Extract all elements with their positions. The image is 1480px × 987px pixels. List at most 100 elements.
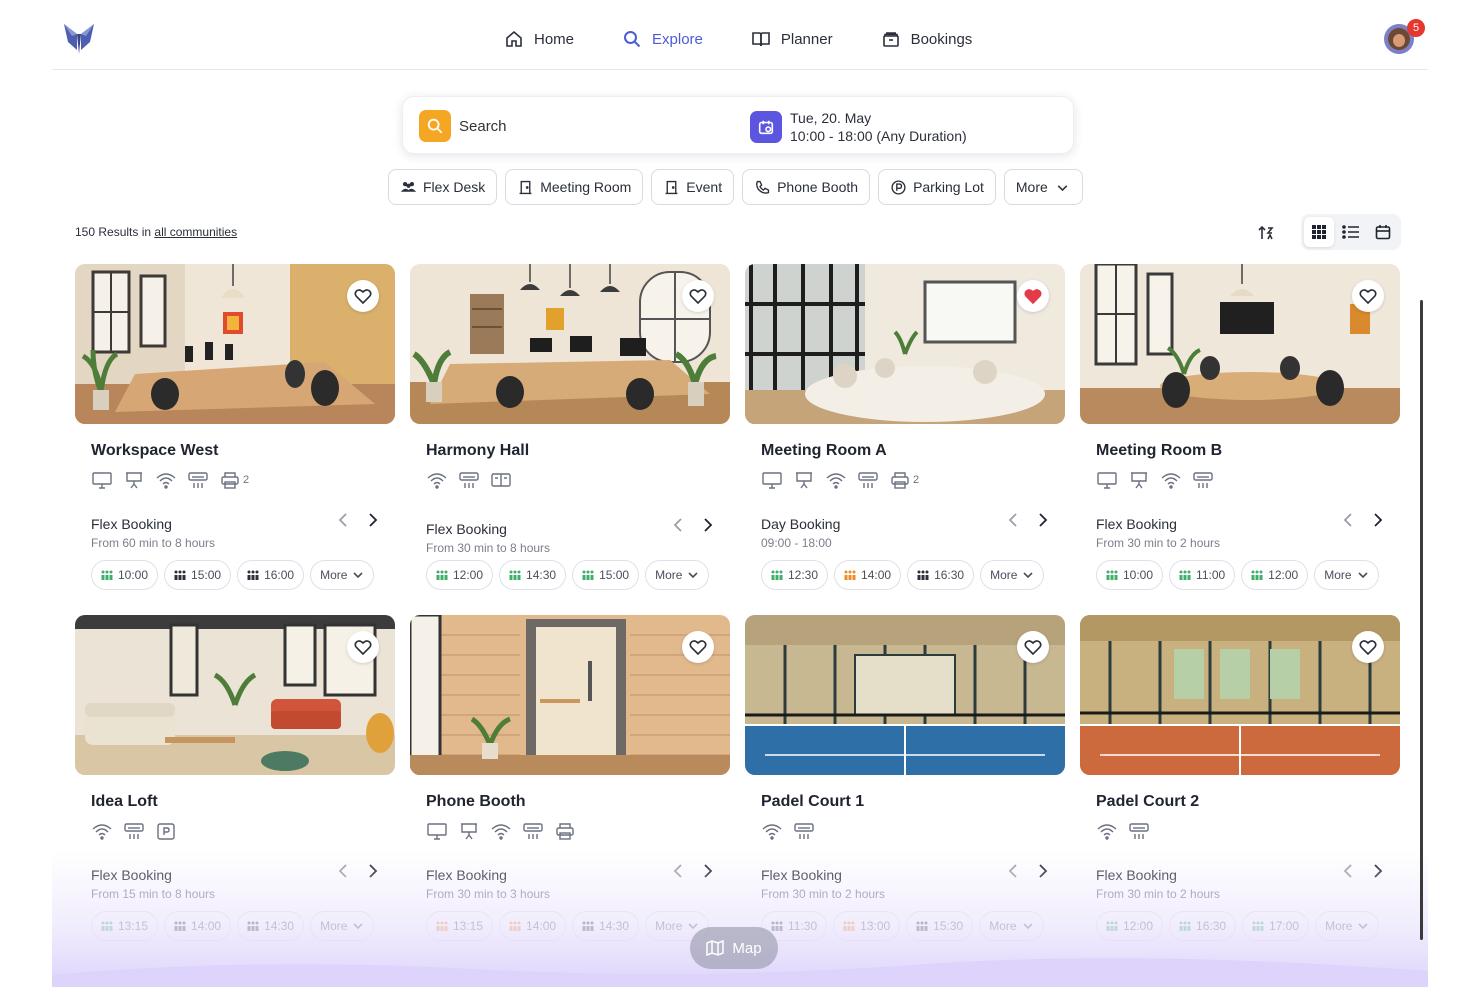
prev-slots-button[interactable] (1005, 512, 1021, 528)
time-slot[interactable]: 12:30 (761, 560, 829, 590)
nav-home[interactable]: Home (504, 26, 574, 52)
space-title[interactable]: Harmony Hall (426, 442, 529, 460)
favorite-button[interactable] (1352, 631, 1384, 663)
time-slot[interactable]: 14:30 (237, 911, 305, 941)
space-card[interactable]: Padel Court 1 Flex Booking From 30 min t… (745, 615, 1065, 941)
filter-phone-booth[interactable]: Phone Booth (742, 169, 871, 205)
space-card[interactable]: Meeting Room A 2 Day Booking 09:00 - 18:… (745, 264, 1065, 590)
space-card[interactable]: Idea Loft Flex Booking From 15 min to 8 … (75, 615, 395, 941)
time-slot[interactable]: 14:30 (572, 911, 640, 941)
nav-planner[interactable]: Planner (751, 26, 833, 52)
calendar-view-button[interactable] (1368, 217, 1398, 247)
prev-slots-button[interactable] (670, 863, 686, 879)
time-slot[interactable]: 15:30 (906, 911, 974, 941)
more-slots-button[interactable]: More (979, 911, 1044, 941)
brand-logo-icon[interactable] (62, 20, 96, 56)
time-slot[interactable]: 12:00 (1241, 560, 1309, 590)
printer-icon (556, 823, 574, 840)
time-slot[interactable]: 12:00 (1096, 911, 1164, 941)
space-photo[interactable] (410, 264, 730, 424)
next-slots-button[interactable] (700, 517, 716, 533)
space-title[interactable]: Phone Booth (426, 793, 526, 811)
time-slot[interactable]: 14:00 (834, 560, 902, 590)
more-slots-button[interactable]: More (645, 560, 710, 590)
scrollbar[interactable] (1420, 300, 1423, 940)
space-photo[interactable] (75, 264, 395, 424)
prev-slots-button[interactable] (335, 863, 351, 879)
more-slots-button[interactable]: More (310, 911, 375, 941)
favorite-button[interactable] (682, 631, 714, 663)
more-slots-button[interactable]: More (1314, 560, 1379, 590)
space-photo[interactable] (745, 264, 1065, 424)
space-photo[interactable] (1080, 615, 1400, 775)
next-slots-button[interactable] (365, 863, 381, 879)
filter-event[interactable]: Event (651, 169, 735, 205)
time-slot[interactable]: 12:00 (426, 560, 494, 590)
space-photo[interactable] (745, 615, 1065, 775)
time-slot[interactable]: 14:00 (164, 911, 232, 941)
search-field[interactable]: Search (419, 110, 507, 142)
grid-view-button[interactable] (1304, 217, 1334, 247)
nav-bookings[interactable]: Bookings (881, 26, 972, 52)
prev-slots-button[interactable] (1340, 863, 1356, 879)
time-slot[interactable]: 16:00 (237, 560, 305, 590)
space-card[interactable]: Harmony Hall Flex Booking From 30 min to… (410, 264, 730, 590)
space-photo[interactable] (410, 615, 730, 775)
filter-more[interactable]: More (1003, 169, 1083, 205)
space-title[interactable]: Meeting Room A (761, 442, 887, 460)
prev-slots-button[interactable] (1340, 512, 1356, 528)
time-slot[interactable]: 10:00 (1096, 560, 1164, 590)
more-slots-button[interactable]: More (310, 560, 375, 590)
next-slots-button[interactable] (1035, 512, 1051, 528)
next-slots-button[interactable] (700, 863, 716, 879)
space-card[interactable]: Padel Court 2 Flex Booking From 30 min t… (1080, 615, 1400, 941)
time-slot[interactable]: 10:00 (91, 560, 159, 590)
space-card[interactable]: Meeting Room B Flex Booking From 30 min … (1080, 264, 1400, 590)
time-slot[interactable]: 13:15 (426, 911, 494, 941)
favorite-button[interactable] (347, 280, 379, 312)
next-slots-button[interactable] (1035, 863, 1051, 879)
more-slots-button[interactable]: More (1315, 911, 1380, 941)
space-title[interactable]: Meeting Room B (1096, 442, 1222, 460)
time-slot[interactable]: 16:30 (1169, 911, 1237, 941)
nav-explore[interactable]: Explore (622, 26, 703, 52)
filter-flex-desk[interactable]: Flex Desk (388, 169, 498, 205)
space-card[interactable]: Phone Booth Flex Booking From 30 min to … (410, 615, 730, 941)
space-title[interactable]: Workspace West (91, 442, 218, 460)
sort-button[interactable] (1253, 220, 1279, 246)
all-communities-link[interactable]: all communities (154, 225, 237, 239)
time-slot[interactable]: 15:00 (572, 560, 640, 590)
filter-meeting-room[interactable]: Meeting Room (505, 169, 644, 205)
prev-slots-button[interactable] (1005, 863, 1021, 879)
favorite-button[interactable] (1017, 280, 1049, 312)
next-slots-button[interactable] (1370, 863, 1386, 879)
prev-slots-button[interactable] (670, 517, 686, 533)
time-slot[interactable]: 13:00 (833, 911, 901, 941)
favorite-button[interactable] (1017, 631, 1049, 663)
time-slot[interactable]: 16:30 (907, 560, 975, 590)
favorite-button[interactable] (347, 631, 379, 663)
date-time-picker[interactable]: Tue, 20. May 10:00 - 18:00 (Any Duration… (750, 109, 967, 145)
favorite-button[interactable] (1352, 280, 1384, 312)
list-view-button[interactable] (1336, 217, 1366, 247)
time-slot-label: 14:30 (599, 919, 630, 933)
map-button[interactable]: Map (690, 927, 778, 969)
space-photo[interactable] (1080, 264, 1400, 424)
prev-slots-button[interactable] (335, 512, 351, 528)
more-slots-button[interactable]: More (980, 560, 1045, 590)
next-slots-button[interactable] (365, 512, 381, 528)
space-photo[interactable] (75, 615, 395, 775)
time-slot[interactable]: 15:00 (164, 560, 232, 590)
filter-parking-lot[interactable]: Parking Lot (878, 169, 996, 205)
time-slot[interactable]: 11:00 (1169, 560, 1236, 590)
favorite-button[interactable] (682, 280, 714, 312)
space-card[interactable]: Workspace West 2 Flex Booking From 60 mi… (75, 264, 395, 590)
time-slot[interactable]: 13:15 (91, 911, 159, 941)
time-slot[interactable]: 17:00 (1242, 911, 1310, 941)
space-title[interactable]: Idea Loft (91, 793, 158, 811)
space-title[interactable]: Padel Court 2 (1096, 793, 1199, 811)
time-slot[interactable]: 14:00 (499, 911, 567, 941)
next-slots-button[interactable] (1370, 512, 1386, 528)
space-title[interactable]: Padel Court 1 (761, 793, 864, 811)
time-slot[interactable]: 14:30 (499, 560, 567, 590)
